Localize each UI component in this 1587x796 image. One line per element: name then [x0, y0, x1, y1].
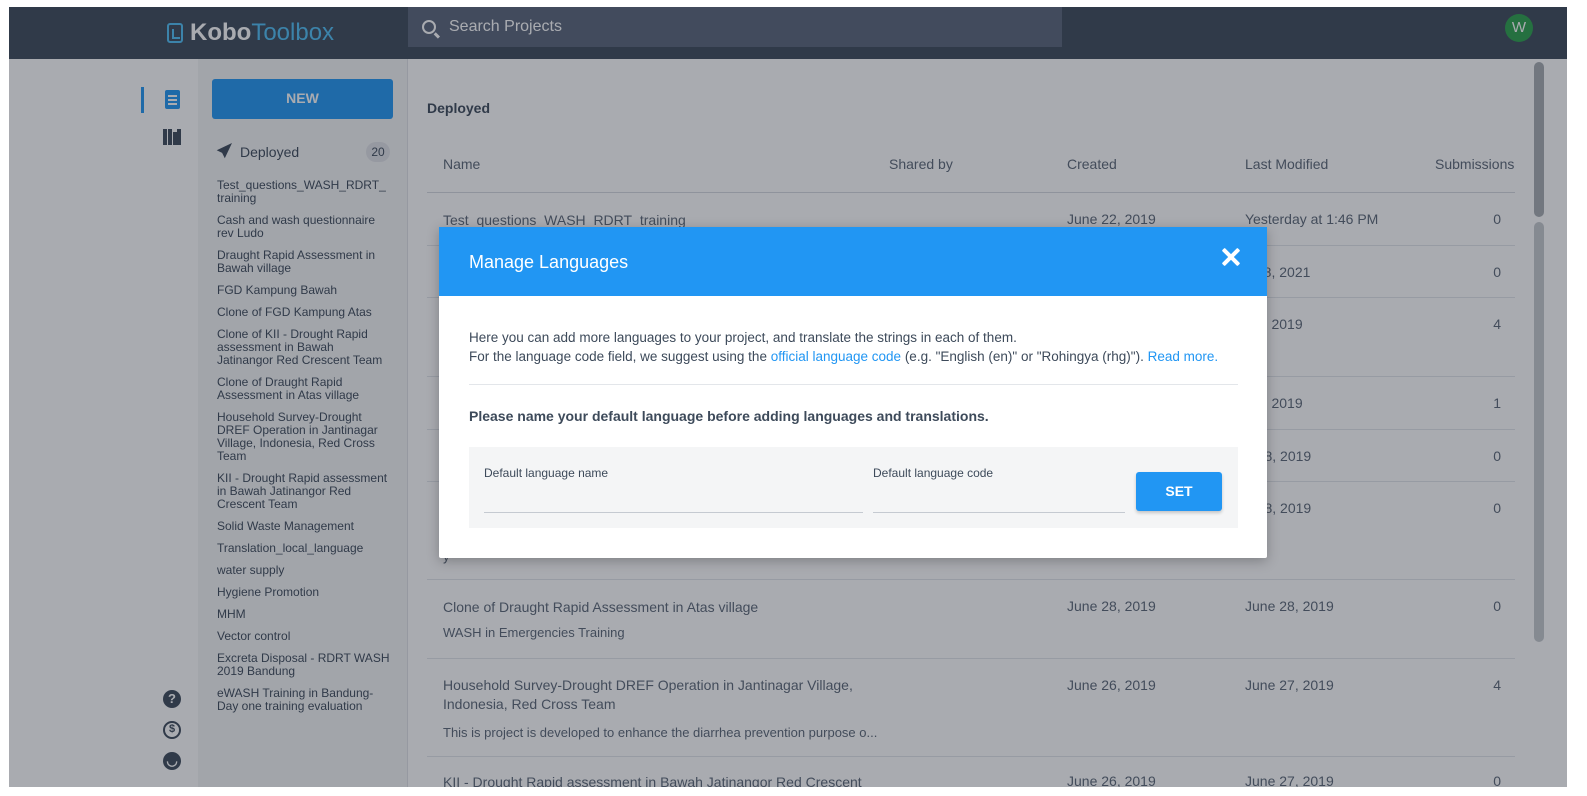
official-language-code-link[interactable]: official language code	[771, 349, 901, 364]
intro-suffix: (e.g. "English (en)" or "Rohingya (rhg)"…	[901, 349, 1148, 364]
modal-intro: Here you can add more languages to your …	[469, 328, 1239, 366]
default-language-name-label: Default language name	[484, 466, 609, 480]
modal-title: Manage Languages	[469, 252, 629, 272]
intro-line-2: For the language code field, we suggest …	[469, 347, 1239, 366]
close-icon[interactable]	[1220, 246, 1242, 268]
default-language-warning: Please name your default language before…	[469, 408, 989, 424]
intro-line-1: Here you can add more languages to your …	[469, 330, 1017, 345]
modal-header: Manage Languages	[439, 227, 1267, 296]
app-window: KoboToolbox Search Projects W ? $ ◡ NEW	[9, 7, 1567, 787]
default-language-code-label: Default language code	[873, 466, 994, 480]
default-language-code-input[interactable]	[873, 485, 1125, 511]
read-more-link[interactable]: Read more.	[1148, 349, 1219, 364]
manage-languages-modal: Manage Languages Here you can add more l…	[439, 227, 1267, 558]
default-language-name-input[interactable]	[484, 485, 863, 511]
modal-divider	[469, 384, 1238, 385]
intro-prefix: For the language code field, we suggest …	[469, 349, 771, 364]
default-language-name-underline	[484, 512, 863, 513]
default-language-form: Default language name Default language c…	[469, 447, 1238, 528]
set-button[interactable]: SET	[1136, 472, 1222, 511]
default-language-code-underline	[873, 512, 1125, 513]
